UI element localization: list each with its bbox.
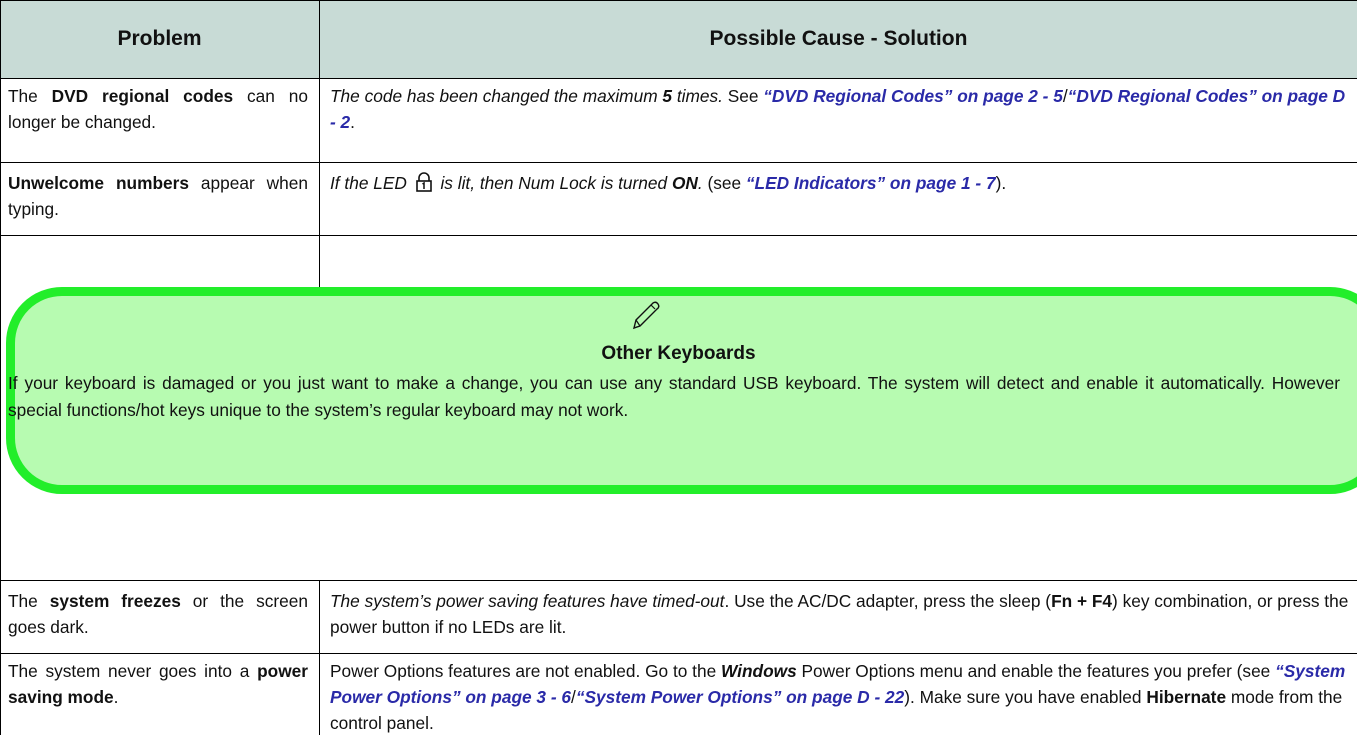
solution-dvd-codes: The code has been changed the maximum 5 … [330,86,1346,132]
problem-power-saving: The system never goes into a power savin… [8,661,308,707]
header-solution: Possible Cause - Solution [709,27,968,50]
solution-unwelcome-numbers: If the LED is lit, then Num Lock is turn… [330,170,1350,199]
pen-icon [630,300,662,332]
num-lock-icon [414,172,434,199]
note-body: If your keyboard is damaged or you just … [8,373,1340,420]
link-dvd-regional-codes-2-5[interactable]: “DVD Regional Codes” on page 2 - 5 [763,86,1063,106]
link-system-power-options-d-22[interactable]: “System Power Options” on page D - 22 [576,687,904,707]
troubleshooting-table: Problem Possible Cause - Solution The DV… [0,0,1357,735]
note-title: Other Keyboards [601,343,756,364]
table-header: Problem Possible Cause - Solution [0,0,1357,79]
problem-unwelcome-numbers: Unwelcome numbers appear when typing. [8,173,308,219]
header-problem: Problem [117,27,202,50]
link-led-indicators[interactable]: “LED Indicators” on page 1 - 7 [746,173,996,193]
solution-system-freezes: The system’s power saving features have … [330,591,1349,637]
problem-system-freezes: The system freezes or the screen goes da… [8,591,308,637]
solution-power-saving: Power Options features are not enabled. … [330,661,1346,733]
problem-dvd-codes: The DVD regional codes can no longer be … [8,86,308,132]
